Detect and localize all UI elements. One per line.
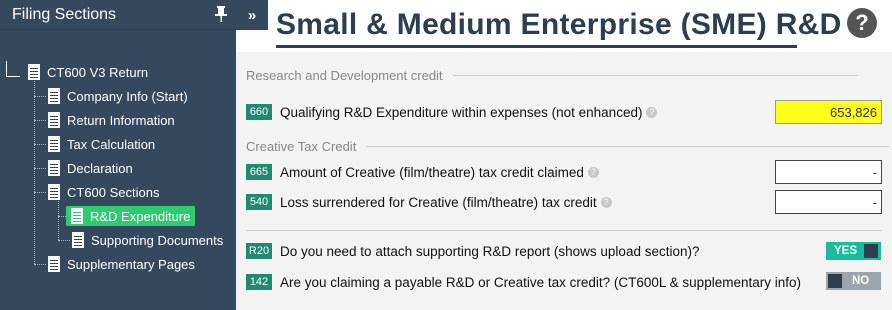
pin-icon[interactable] — [214, 6, 228, 22]
attach-rd-report-toggle[interactable]: YES — [826, 242, 881, 260]
row-label-text: Amount of Creative (film/theatre) tax cr… — [280, 164, 584, 180]
tree-item-label: Tax Calculation — [67, 136, 156, 152]
tree-root-ct600[interactable]: CT600 V3 Return — [6, 61, 148, 83]
box-number-badge: 660 — [246, 104, 272, 120]
qualifying-rd-expenditure-input[interactable] — [775, 100, 882, 124]
creative-loss-surrendered-input[interactable] — [775, 190, 882, 214]
help-icon[interactable]: ? — [847, 8, 877, 38]
tree-root-label: CT600 V3 Return — [47, 64, 149, 80]
tree-item-supporting-documents[interactable]: Supporting Documents — [72, 229, 223, 251]
row-label-text: Qualifying R&D Expenditure within expens… — [280, 104, 643, 120]
document-icon — [48, 256, 60, 272]
tree-connector — [34, 120, 46, 121]
tree-connector — [34, 96, 46, 97]
row-label: Are you claiming a payable R&D or Creati… — [280, 274, 801, 290]
row-box-660: 660 Qualifying R&D Expenditure within ex… — [246, 102, 658, 122]
tree-item-label: Return Information — [67, 112, 175, 128]
creative-credit-claimed-input[interactable] — [775, 160, 882, 184]
page-title: Small & Medium Enterprise (SME) R&D — [276, 8, 842, 41]
tree-item-label: Company Info (Start) — [67, 88, 188, 104]
tree-item-rd-expenditure[interactable]: R&D Expenditure — [66, 205, 196, 227]
section-heading-creative: Creative Tax Credit — [246, 139, 890, 154]
active-item-highlight: R&D Expenditure — [66, 206, 196, 226]
sidebar-collapse-button[interactable]: » — [236, 0, 268, 30]
row-label: Do you need to attach supporting R&D rep… — [280, 243, 700, 259]
tree-item-return-information[interactable]: Return Information — [48, 109, 175, 131]
tree-item-label: Supplementary Pages — [67, 256, 195, 272]
document-icon — [48, 160, 60, 176]
section-rule — [366, 146, 890, 147]
row-box-r20: R20 Do you need to attach supporting R&D… — [246, 241, 700, 261]
row-label: Amount of Creative (film/theatre) tax cr… — [280, 165, 599, 180]
tree-connector — [34, 264, 46, 265]
tree-item-label: Declaration — [67, 160, 133, 176]
question-icon[interactable]: ? — [646, 107, 658, 119]
tree-item-label: R&D Expenditure — [90, 208, 191, 224]
row-box-142: 142 Are you claiming a payable R&D or Cr… — [246, 272, 801, 292]
tree-item-tax-calculation[interactable]: Tax Calculation — [48, 133, 155, 155]
document-icon — [71, 208, 83, 224]
tree-item-ct600-sections[interactable]: CT600 Sections — [48, 181, 160, 203]
row-label: Qualifying R&D Expenditure within expens… — [280, 104, 658, 120]
tree-item-label: CT600 Sections — [67, 184, 160, 200]
document-icon — [28, 64, 40, 80]
folder-open-icon — [6, 61, 20, 77]
tree-connector — [34, 168, 46, 169]
row-label-text: Loss surrendered for Creative (film/thea… — [280, 194, 597, 210]
box-number-badge: 540 — [246, 194, 272, 210]
section-heading-text: Creative Tax Credit — [246, 139, 357, 154]
claiming-payable-credit-toggle[interactable]: NO — [826, 272, 881, 290]
row-box-540: 540 Loss surrendered for Creative (film/… — [246, 192, 612, 212]
section-divider — [246, 230, 882, 231]
document-icon — [48, 112, 60, 128]
section-heading-rd: Research and Development credit — [246, 68, 858, 83]
document-icon — [48, 88, 60, 104]
toggle-knob — [828, 274, 842, 288]
tree-item-declaration[interactable]: Declaration — [48, 157, 133, 179]
tree-connector — [58, 240, 70, 241]
tree-connector — [34, 144, 46, 145]
toggle-text: YES — [834, 245, 858, 257]
main-content: Small & Medium Enterprise (SME) R&D ? Re… — [236, 0, 892, 310]
section-heading-text: Research and Development credit — [246, 68, 443, 83]
tree-connector — [34, 192, 46, 193]
sidebar-title: Filing Sections — [12, 5, 117, 23]
sidebar-header: Filing Sections — [0, 0, 236, 30]
box-number-badge: 665 — [246, 164, 272, 180]
toggle-text: NO — [852, 275, 870, 287]
document-icon — [48, 184, 60, 200]
box-number-badge: 142 — [246, 274, 272, 290]
row-box-665: 665 Amount of Creative (film/theatre) ta… — [246, 162, 599, 182]
question-icon[interactable]: ? — [600, 197, 612, 209]
box-number-badge: R20 — [246, 243, 272, 259]
document-icon — [72, 232, 84, 248]
row-label: Loss surrendered for Creative (film/thea… — [280, 195, 612, 210]
section-rule — [452, 75, 858, 76]
title-underline — [276, 45, 797, 48]
title-bar: Small & Medium Enterprise (SME) R&D ? — [236, 0, 892, 52]
tree-item-company-info[interactable]: Company Info (Start) — [48, 85, 188, 107]
tree-item-supplementary-pages[interactable]: Supplementary Pages — [48, 253, 195, 275]
filing-sections-sidebar: Filing Sections CT600 V3 Return Company … — [0, 0, 236, 310]
tree-item-label: Supporting Documents — [91, 232, 224, 248]
toggle-knob — [864, 244, 879, 258]
tree-connector — [58, 216, 66, 217]
document-icon — [48, 136, 60, 152]
question-icon[interactable]: ? — [587, 167, 599, 179]
